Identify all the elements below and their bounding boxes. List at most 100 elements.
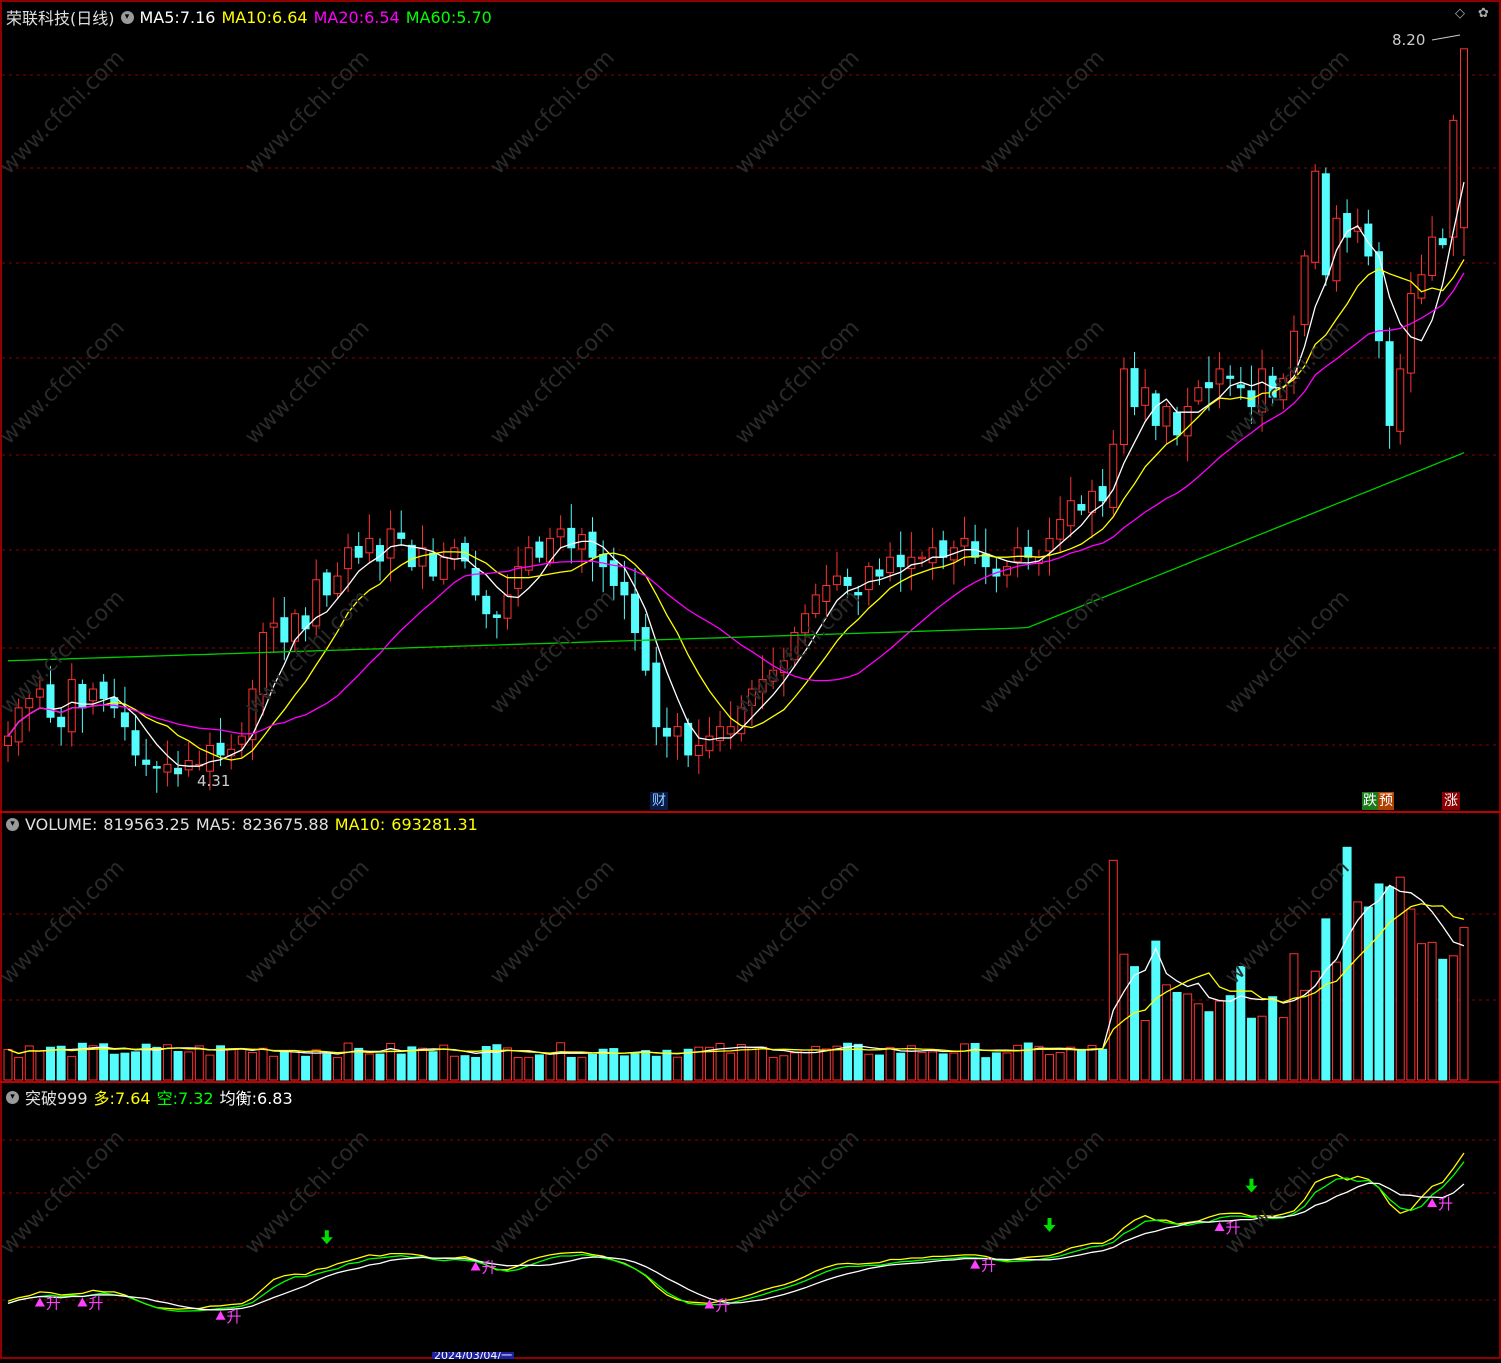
volume-pane-header: ▾ VOLUME: 819563.25 MA5: 823675.88 MA10: 69… xyxy=(6,815,478,834)
volume-bar xyxy=(874,1054,884,1081)
volume-bar xyxy=(14,1056,24,1081)
candle-body xyxy=(429,552,438,577)
candle-body xyxy=(641,627,650,671)
candle-body xyxy=(1279,377,1288,401)
stock-name[interactable]: 荣联科技(日线) xyxy=(6,5,115,29)
candle-body xyxy=(801,613,810,634)
volume-bar xyxy=(864,1053,874,1081)
volume-bar xyxy=(343,1042,353,1081)
candles xyxy=(4,48,1468,793)
volume-bar xyxy=(1246,1017,1256,1081)
candle-body xyxy=(216,742,225,756)
vol-ma10-label: MA10: xyxy=(334,815,386,834)
candle-body xyxy=(259,632,268,696)
volume-bar xyxy=(1459,926,1469,1081)
candle-body xyxy=(354,545,363,558)
candle-body xyxy=(726,726,735,735)
volume-bar xyxy=(1076,1048,1086,1081)
rise-badge[interactable]: 涨 xyxy=(1442,792,1460,810)
candle-body xyxy=(1013,547,1022,563)
volume-bar xyxy=(1055,1052,1065,1081)
duo-legend: 多:7.64 xyxy=(94,1085,151,1109)
ma10-line xyxy=(7,259,1465,761)
volume-bar xyxy=(832,1045,842,1081)
candle-body xyxy=(1204,382,1213,389)
volume-bar xyxy=(524,1056,534,1081)
candle-body xyxy=(843,576,852,586)
gear-icon[interactable]: ✿ xyxy=(1478,6,1489,21)
chart-canvas[interactable]: 升升升升升升升升 xyxy=(0,0,1501,1359)
sheng-marker-label: 升 xyxy=(715,1297,730,1315)
duo-line xyxy=(7,1152,1465,1310)
volume-bar xyxy=(269,1055,279,1081)
diamond-icon[interactable]: ◇ xyxy=(1455,6,1465,21)
vol-ma5-line xyxy=(7,884,1465,1055)
volume-bar xyxy=(1066,1046,1076,1081)
volume-bar xyxy=(673,1056,683,1081)
duo-label: 多: xyxy=(93,1089,115,1108)
candle-body xyxy=(928,547,937,564)
candle-body xyxy=(1130,368,1139,408)
volume-bar xyxy=(949,1052,959,1081)
dropdown-icon[interactable]: ▾ xyxy=(6,1090,19,1104)
ma20-legend: MA20:6.54 xyxy=(314,8,400,27)
volume-bar xyxy=(1331,961,1341,1081)
volume-bar xyxy=(1427,941,1437,1081)
ma5-value: 7.16 xyxy=(179,7,216,27)
forecast-badge[interactable]: 预 xyxy=(1378,792,1394,810)
candle-body xyxy=(864,566,873,591)
volume-bar xyxy=(800,1049,810,1081)
candle-body xyxy=(1045,537,1054,552)
volume-bar xyxy=(311,1049,321,1081)
candle-body xyxy=(556,528,565,538)
candle-body xyxy=(46,684,55,718)
volume-bar xyxy=(843,1042,853,1081)
drop-badge[interactable]: 跌 xyxy=(1362,792,1378,810)
candle-body xyxy=(163,763,172,773)
sheng-marker-label: 升 xyxy=(88,1295,103,1313)
volume-bar xyxy=(35,1050,45,1081)
volume-bar xyxy=(981,1057,991,1081)
candle-body xyxy=(131,730,140,756)
candle-body xyxy=(482,595,491,615)
candle-body xyxy=(769,669,778,682)
vol-ma5-value: 823675.88 xyxy=(242,815,329,834)
candle-body xyxy=(184,760,193,771)
volume-bar xyxy=(789,1052,799,1081)
dropdown-icon[interactable]: ▾ xyxy=(6,818,19,831)
candle-body xyxy=(1077,504,1086,511)
up-triangle-icon xyxy=(1214,1222,1225,1232)
candle-body xyxy=(1396,368,1405,432)
volume-bars xyxy=(3,846,1469,1081)
candle-body xyxy=(237,735,246,745)
volume-bar xyxy=(332,1057,342,1081)
volume-bar xyxy=(1321,918,1331,1081)
candle-body xyxy=(896,554,905,568)
candle-body xyxy=(407,544,416,568)
candle-body xyxy=(662,727,671,737)
candle-body xyxy=(333,575,342,595)
candle-body xyxy=(152,766,161,769)
candle-body xyxy=(492,614,501,618)
volume-bar xyxy=(1023,1042,1033,1081)
candle-body xyxy=(344,547,353,570)
up-triangle-icon xyxy=(215,1310,226,1320)
candle-body xyxy=(1141,387,1150,406)
ma20-label: MA20: xyxy=(313,7,365,27)
indicator-name[interactable]: 突破999 xyxy=(25,1085,88,1109)
volume-bar xyxy=(1172,991,1182,1081)
volume-bar xyxy=(556,1042,566,1081)
dropdown-icon[interactable]: ▾ xyxy=(120,10,134,24)
volume-bar xyxy=(1193,1003,1203,1081)
volume-value: 819563.25 xyxy=(103,815,190,834)
finance-badge[interactable]: 财 xyxy=(650,792,668,810)
volume-bar xyxy=(928,1051,938,1081)
volume-bar xyxy=(1161,984,1171,1081)
sheng-marker-label: 升 xyxy=(1226,1219,1241,1237)
candle-body xyxy=(120,712,129,728)
candle-body xyxy=(631,593,640,634)
candle-body xyxy=(1438,238,1447,246)
candle-body xyxy=(1343,213,1352,238)
candle-body xyxy=(1236,384,1245,389)
volume-bar xyxy=(662,1049,672,1081)
